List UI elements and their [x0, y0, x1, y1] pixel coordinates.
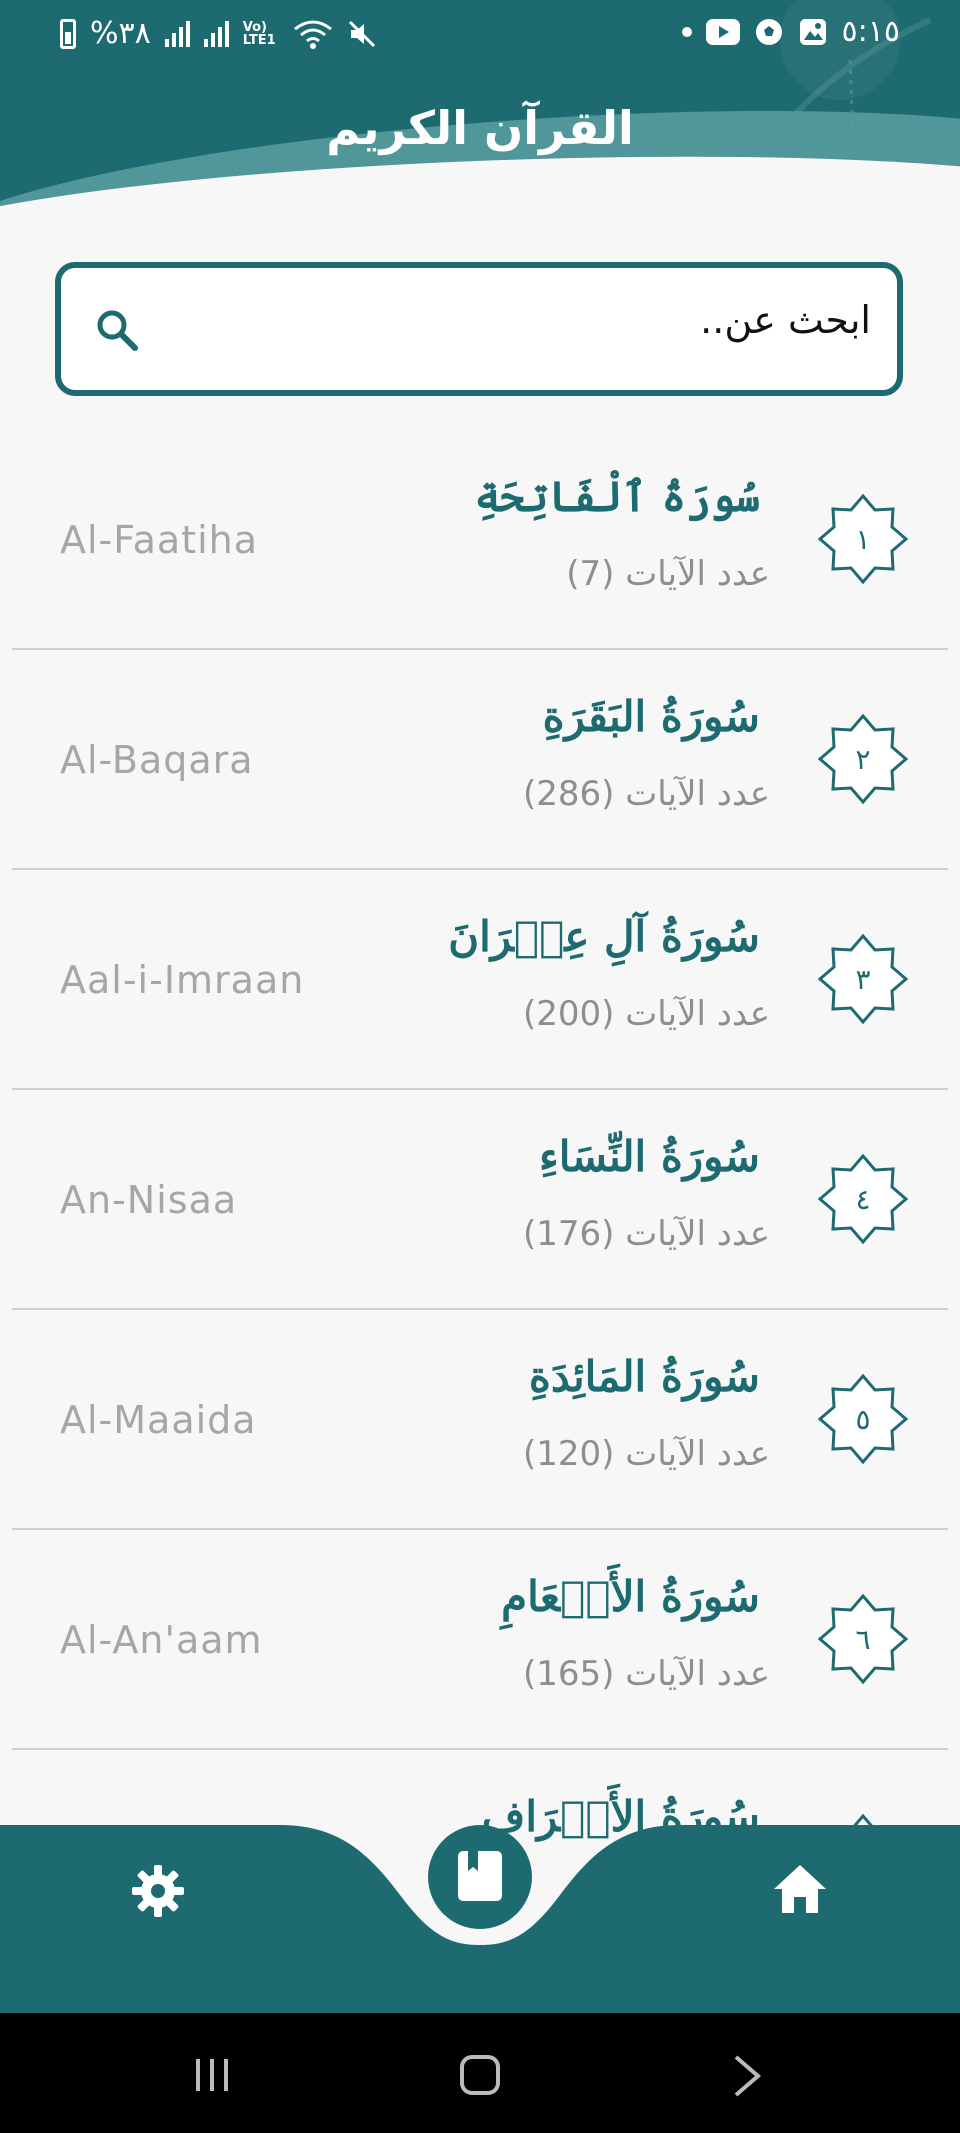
search-input[interactable]: ابحث عن.. [55, 262, 903, 396]
divider [12, 1528, 948, 1530]
surah-row-1[interactable]: ١ سُورَةُ ٱلْفَاتِحَةِ عدد الآيات (7) Al… [0, 432, 960, 650]
svg-text:٣: ٣ [855, 963, 870, 996]
search-placeholder: ابحث عن.. [700, 298, 871, 342]
network-label: Vo) LTE1 [242, 19, 276, 48]
surah-ayat-count: عدد الآيات (286) [523, 774, 770, 814]
surah-arabic-name: سُورَةُ النِّسَاءِ [539, 1132, 760, 1181]
svg-text:٦: ٦ [855, 1623, 870, 1656]
number-star-icon: ٥ [818, 1374, 908, 1464]
surah-row-6[interactable]: ٦ سُورَةُ الأَنۡعَامِ عدد الآيات (165) A… [0, 1532, 960, 1750]
number-star-icon: ١ [818, 494, 908, 584]
surah-ayat-count: عدد الآيات (165) [523, 1654, 770, 1694]
number-star-icon: ٢ [818, 714, 908, 804]
divider [12, 1748, 948, 1750]
number-star-icon: ٤ [818, 1154, 908, 1244]
surah-ayat-count: عدد الآيات (7) [566, 554, 770, 594]
signal-icon-2 [203, 20, 229, 47]
home-icon[interactable] [770, 1861, 830, 1917]
app-header: %٣٨ Vo) LTE1 ٥:١٥ القرآن الكريم [0, 0, 960, 212]
wifi-icon [293, 20, 332, 49]
signal-icon [164, 20, 190, 47]
svg-text:٤: ٤ [855, 1183, 870, 1216]
battery-level: %٣٨ [90, 16, 151, 51]
surah-english-name: Al-An'aam [60, 1618, 263, 1662]
surah-english-name: Al-Baqara [60, 738, 254, 782]
search-icon[interactable] [95, 308, 139, 352]
youtube-icon [705, 18, 740, 45]
surah-ayat-count: عدد الآيات (176) [523, 1214, 770, 1254]
divider [12, 648, 948, 650]
notification-dot [681, 26, 692, 37]
surah-arabic-name: سُورَةُ الأَنۡعَامِ [501, 1572, 760, 1621]
page-title: القرآن الكريم [326, 101, 634, 155]
gear-icon[interactable] [130, 1863, 186, 1919]
system-nav-bar [0, 2013, 960, 2133]
surah-ayat-count: عدد الآيات (200) [523, 994, 770, 1034]
number-star-icon: ٣ [818, 934, 908, 1024]
number-star-icon: ٦ [818, 1594, 908, 1684]
chevron-right-icon[interactable] [732, 2053, 762, 2099]
svg-text:٢: ٢ [855, 743, 870, 776]
surah-arabic-name: سُورَةُ آلِ عِمۡرَانَ [448, 912, 760, 961]
status-bar: %٣٨ Vo) LTE1 ٥:١٥ [0, 0, 960, 70]
surah-row-2[interactable]: ٢ سُورَةُ البَقَرَةِ عدد الآيات (286) Al… [0, 652, 960, 870]
surah-english-name: Al-Faatiha [60, 518, 259, 562]
recent-apps-icon[interactable] [192, 2055, 232, 2095]
gallery-icon [799, 18, 826, 45]
surah-english-name: Al-Maaida [60, 1398, 257, 1442]
surah-row-3[interactable]: ٣ سُورَةُ آلِ عِمۡرَانَ عدد الآيات (200)… [0, 872, 960, 1090]
surah-row-4[interactable]: ٤ سُورَةُ النِّسَاءِ عدد الآيات (176) An… [0, 1092, 960, 1310]
svg-text:١: ١ [855, 523, 870, 556]
divider [12, 1088, 948, 1090]
svg-text:٥: ٥ [855, 1403, 870, 1436]
battery-icon [60, 18, 76, 49]
home-button-icon[interactable] [460, 2055, 500, 2095]
mute-icon [348, 20, 375, 47]
football-icon [755, 18, 782, 45]
clock: ٥:١٥ [841, 14, 900, 49]
surah-ayat-count: عدد الآيات (120) [523, 1434, 770, 1474]
surah-arabic-name: سُورَةُ ٱلْفَاتِحَةِ [474, 472, 760, 521]
divider [12, 868, 948, 870]
surah-english-name: An-Nisaa [60, 1178, 238, 1222]
bottom-nav [0, 1825, 960, 2013]
book-icon[interactable] [456, 1849, 504, 1903]
surah-arabic-name: سُورَةُ البَقَرَةِ [542, 692, 760, 741]
divider [12, 1308, 948, 1310]
surah-english-name: Aal-i-Imraan [60, 958, 305, 1002]
surah-arabic-name: سُورَةُ المَائِدَةِ [528, 1352, 760, 1401]
surah-row-5[interactable]: ٥ سُورَةُ المَائِدَةِ عدد الآيات (120) A… [0, 1312, 960, 1530]
